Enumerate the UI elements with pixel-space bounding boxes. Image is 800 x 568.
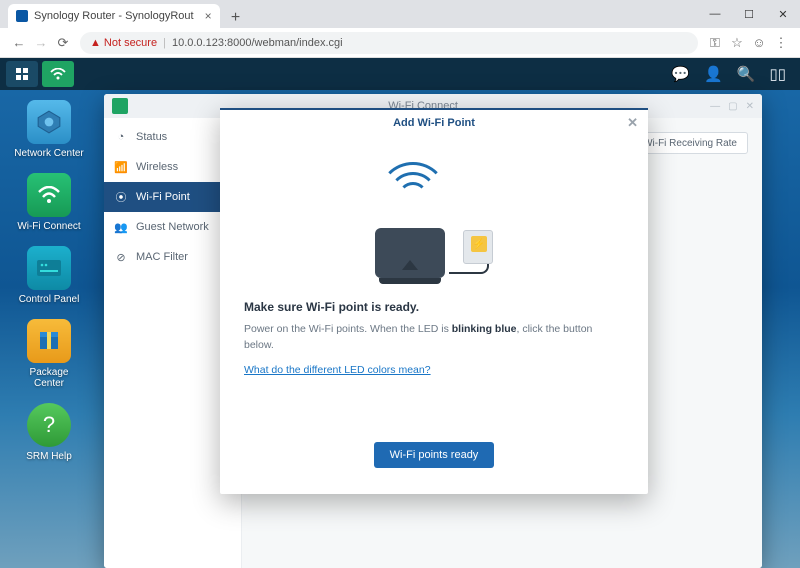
star-icon[interactable]: ☆	[726, 35, 748, 51]
back-button[interactable]: ←	[8, 32, 30, 54]
dialog-instruction: Power on the Wi-Fi points. When the LED …	[244, 322, 624, 354]
user-icon[interactable]: 👤	[704, 65, 723, 83]
gauge-icon: ◔	[114, 130, 128, 144]
tab-favicon	[16, 10, 28, 22]
srm-taskbar: 💬 👤 🔍 ▯▯	[0, 58, 800, 90]
url-text: 10.0.0.123:8000/webman/index.cgi	[172, 37, 343, 49]
forward-button[interactable]: →	[30, 32, 52, 54]
window-app-icon	[112, 98, 128, 114]
filter-icon: ⊘	[114, 250, 128, 264]
dialog-heading: Make sure Wi-Fi point is ready.	[244, 300, 624, 314]
menu-icon[interactable]: ⋮	[770, 35, 792, 51]
reload-button[interactable]: ⟳	[52, 32, 74, 54]
window-controls: — ☐ ✕	[698, 0, 800, 28]
profile-icon[interactable]: ☺	[748, 35, 770, 50]
new-tab-button[interactable]: +	[226, 8, 246, 28]
taskbar-wifi-button[interactable]	[42, 61, 74, 87]
power-outlet-icon: ⚡	[463, 230, 493, 264]
dialog-title: Add Wi-Fi Point	[393, 117, 475, 129]
wifi-point-icon: ⦿	[114, 190, 128, 204]
search-icon[interactable]: 🔍	[737, 65, 756, 83]
wifi-rate-button[interactable]: Wi-Fi Receiving Rate	[632, 132, 748, 154]
dialog-header: Add Wi-Fi Point ✕	[220, 108, 648, 136]
close-window-button[interactable]: ✕	[766, 0, 800, 28]
desktop-icon-control-panel[interactable]: Control Panel	[14, 246, 84, 305]
guest-icon: 👥	[114, 220, 128, 234]
tab-close-icon[interactable]: ×	[205, 9, 212, 23]
desktop-icon-srm-help[interactable]: ? SRM Help	[14, 403, 84, 462]
desktop-icons: Network Center Wi-Fi Connect Control Pan…	[14, 100, 84, 462]
minimize-button[interactable]: —	[698, 0, 732, 28]
key-icon[interactable]: ⚿	[704, 35, 726, 51]
apps-button[interactable]	[6, 61, 38, 87]
pilot-icon[interactable]: ▯▯	[769, 65, 786, 83]
setup-illustration: ⚡	[244, 144, 624, 284]
url-box[interactable]: ▲ Not secure | 10.0.0.123:8000/webman/in…	[80, 32, 698, 54]
chat-icon[interactable]: 💬	[671, 65, 690, 83]
address-bar: ← → ⟳ ▲ Not secure | 10.0.0.123:8000/web…	[0, 28, 800, 58]
tab-title: Synology Router - SynologyRout	[34, 10, 194, 22]
wifi-icon: 📶	[114, 160, 128, 174]
browser-titlebar: Synology Router - SynologyRout × + — ☐ ✕	[0, 0, 800, 28]
maximize-button[interactable]: ☐	[732, 0, 766, 28]
win-min-icon[interactable]: —	[710, 101, 720, 112]
browser-frame: Synology Router - SynologyRout × + — ☐ ✕…	[0, 0, 800, 568]
browser-tab[interactable]: Synology Router - SynologyRout ×	[8, 4, 220, 28]
wifi-points-ready-button[interactable]: Wi-Fi points ready	[374, 442, 495, 468]
not-secure-badge: ▲ Not secure	[90, 37, 157, 49]
win-max-icon[interactable]: ▢	[728, 101, 737, 112]
desktop-icon-wifi-connect[interactable]: Wi-Fi Connect	[14, 173, 84, 232]
add-wifi-point-dialog: Add Wi-Fi Point ✕ ⚡ Make sure Wi-Fi p	[220, 108, 648, 494]
win-close-icon[interactable]: ✕	[746, 101, 754, 112]
desktop-icon-network-center[interactable]: Network Center	[14, 100, 84, 159]
led-help-link[interactable]: What do the different LED colors mean?	[244, 364, 624, 376]
desktop-icon-package-center[interactable]: Package Center	[14, 319, 84, 389]
srm-desktop: 💬 👤 🔍 ▯▯ Network Center Wi-Fi Connect Co…	[0, 58, 800, 568]
dialog-close-icon[interactable]: ✕	[627, 115, 638, 131]
router-icon	[375, 224, 445, 284]
